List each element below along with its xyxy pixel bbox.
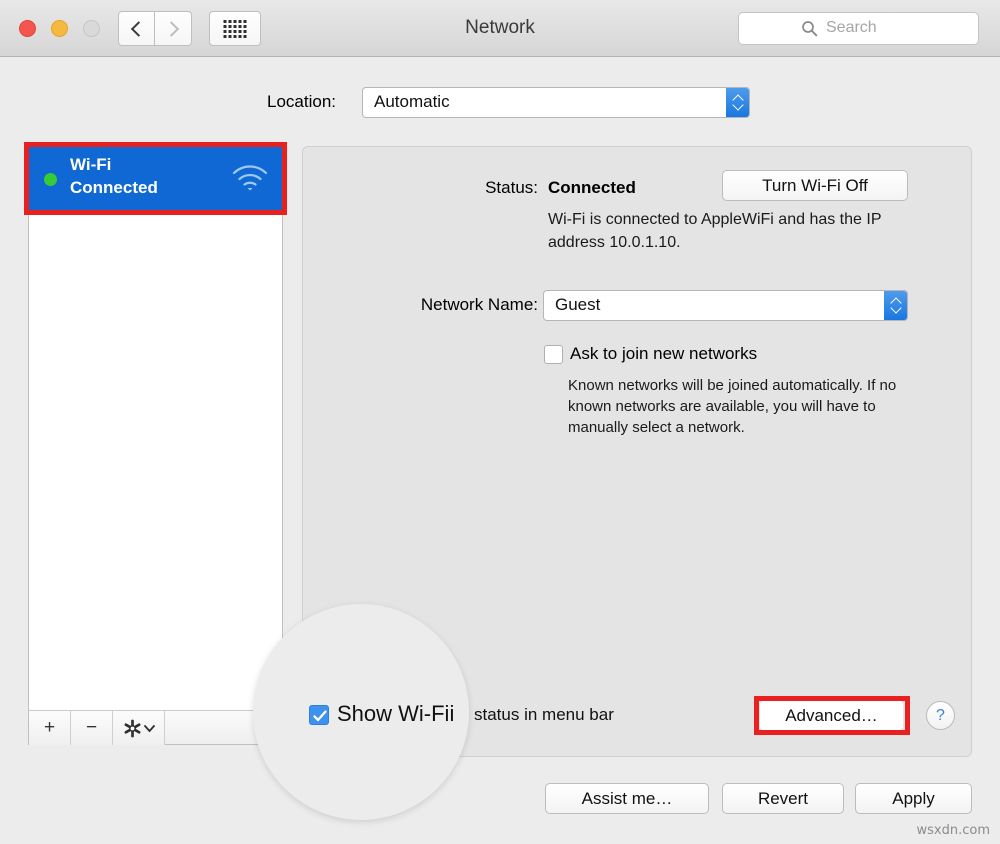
ask-to-join-label: Ask to join new networks — [570, 344, 758, 363]
help-button[interactable]: ? — [926, 701, 955, 730]
apply-button[interactable]: Apply — [855, 783, 972, 814]
search-input[interactable]: Search — [738, 12, 979, 45]
ask-to-join-checkbox[interactable] — [544, 345, 563, 364]
assist-me-button[interactable]: Assist me… — [545, 783, 709, 814]
location-label: Location: — [267, 92, 336, 111]
watermark: wsxdn.com — [916, 823, 991, 838]
revert-button[interactable]: Revert — [722, 783, 844, 814]
sidebar-item-wifi[interactable]: Wi-Fi Connected — [29, 147, 282, 211]
status-value: Connected — [548, 178, 636, 197]
remove-service-button[interactable]: − — [71, 711, 113, 745]
services-list: Wi-Fi Connected — [29, 147, 282, 709]
show-wifi-status-label: status in menu bar — [474, 705, 614, 724]
network-name-label: Network Name: — [420, 295, 538, 314]
service-actions-button[interactable] — [113, 711, 165, 745]
show-wifi-status-label-magnified: Show Wi-Fii — [337, 701, 455, 726]
gear-icon — [113, 711, 164, 745]
wifi-icon — [232, 165, 268, 191]
services-sidebar: Wi-Fi Connected + − — [28, 146, 283, 745]
network-name-stepper-icon[interactable] — [884, 291, 907, 320]
location-stepper-icon[interactable] — [726, 88, 749, 117]
turn-wifi-off-button[interactable]: Turn Wi-Fi Off — [722, 170, 908, 201]
status-dot-icon — [44, 173, 57, 186]
window-titlebar: Network Search — [0, 0, 1000, 57]
sidebar-item-status: Connected — [70, 178, 158, 197]
plus-icon: + — [43, 717, 56, 738]
status-description: Wi-Fi is connected to AppleWiFi and has … — [548, 211, 882, 251]
sidebar-item-label: Wi-Fi — [70, 155, 112, 174]
location-value: Automatic — [374, 92, 450, 111]
network-preferences-window: Network Search Location: Automatic Wi-Fi… — [0, 0, 1000, 844]
sidebar-footer-toolbar: + − — [29, 710, 282, 745]
minus-icon: − — [85, 717, 98, 738]
checkmark-icon — [313, 710, 327, 722]
show-wifi-status-checkbox[interactable] — [309, 705, 329, 725]
status-label: Status: — [485, 178, 538, 197]
network-name-value: Guest — [555, 295, 601, 314]
ask-to-join-description: Known networks will be joined automatica… — [568, 377, 897, 436]
location-dropdown[interactable]: Automatic — [362, 87, 750, 118]
magnifier-icon — [802, 21, 818, 37]
network-name-dropdown[interactable]: Guest — [543, 290, 908, 321]
advanced-button[interactable]: Advanced… — [760, 701, 903, 730]
add-service-button[interactable]: + — [29, 711, 71, 745]
search-placeholder-text: Search — [826, 19, 877, 36]
